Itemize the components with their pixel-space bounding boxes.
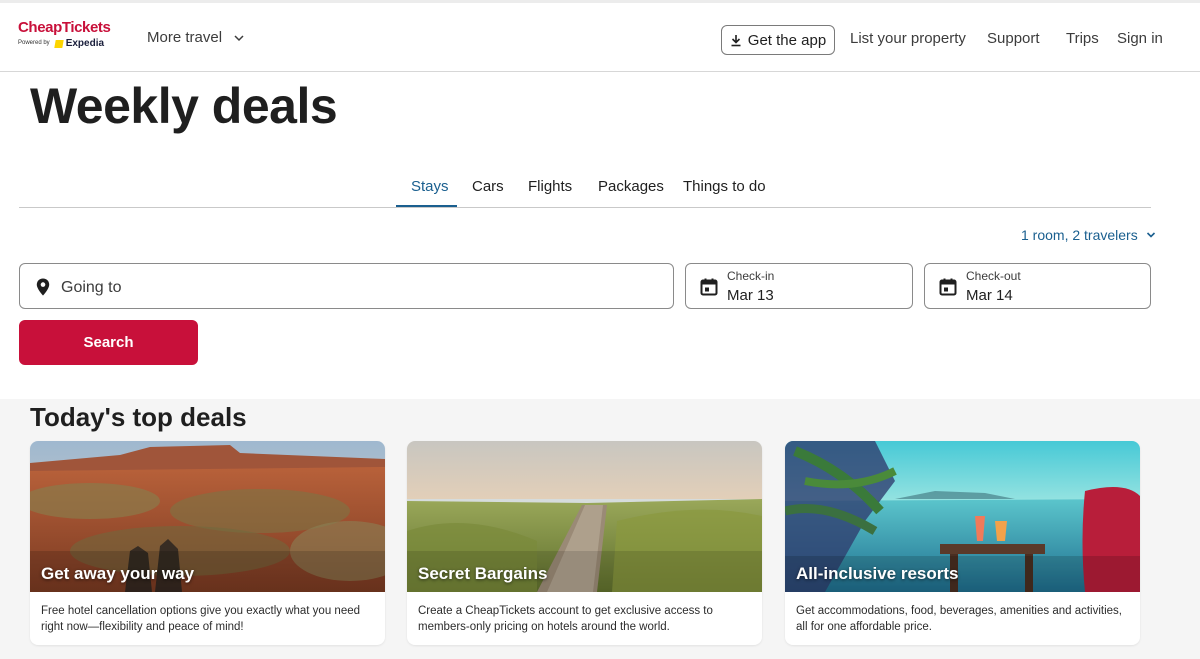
powered-by-text: Powered by — [18, 40, 50, 46]
list-your-property-link[interactable]: List your property — [850, 30, 966, 47]
expedia-mark-icon — [53, 39, 64, 48]
tab-packages[interactable]: Packages — [598, 178, 664, 195]
active-tab-indicator — [396, 205, 457, 207]
check-in-field[interactable]: Check-in Mar 13 — [685, 263, 913, 309]
deal-card-all-inclusive[interactable]: All-inclusive resorts Get accommodations… — [785, 441, 1140, 645]
tab-things-to-do[interactable]: Things to do — [683, 178, 766, 195]
tab-flights[interactable]: Flights — [528, 178, 572, 195]
sign-in-link[interactable]: Sign in — [1117, 30, 1163, 47]
search-button[interactable]: Search — [19, 320, 198, 365]
tab-cars[interactable]: Cars — [472, 178, 504, 195]
more-travel-menu[interactable]: More travel — [147, 29, 244, 46]
more-travel-label: More travel — [147, 29, 223, 46]
deals-title: Today's top deals — [30, 402, 247, 432]
location-pin-icon — [36, 278, 50, 296]
get-the-app-button[interactable]: Get the app — [721, 25, 835, 55]
support-link[interactable]: Support — [987, 30, 1040, 47]
travelers-label: 1 room, 2 travelers — [1021, 227, 1138, 243]
site-header: CheapTickets Powered by Expedia More tra… — [0, 0, 1200, 72]
get-the-app-label: Get the app — [747, 31, 827, 49]
going-to-field[interactable]: Going to — [19, 263, 674, 309]
cheaptickets-logo[interactable]: CheapTickets Powered by Expedia — [18, 20, 114, 60]
check-in-label: Check-in — [727, 269, 775, 283]
chevron-down-icon — [1146, 232, 1155, 238]
deal-card-get-away[interactable]: Get away your way Free hotel cancellatio… — [30, 441, 385, 645]
deal-card-secret-bargains[interactable]: Secret Bargains Create a CheapTickets ac… — [407, 441, 762, 645]
expedia-name: Expedia — [65, 38, 105, 49]
check-out-value: Mar 14 — [966, 287, 1013, 304]
calendar-icon — [700, 278, 718, 296]
deal-card-title: Secret Bargains — [418, 564, 548, 583]
deal-card-title: Get away your way — [41, 564, 195, 583]
deal-card-title: All-inclusive resorts — [796, 564, 959, 583]
download-icon — [731, 34, 741, 46]
logo-wordmark: CheapTickets — [18, 19, 111, 36]
check-out-field[interactable]: Check-out Mar 14 — [924, 263, 1151, 309]
logo-powered-by: Powered by Expedia — [18, 38, 114, 49]
tab-stays[interactable]: Stays — [411, 178, 449, 195]
travelers-selector[interactable]: 1 room, 2 travelers — [1021, 227, 1156, 243]
trips-link[interactable]: Trips — [1066, 30, 1099, 47]
calendar-icon — [939, 278, 957, 296]
search-type-tabs: Stays Cars Flights Packages Things to do — [19, 168, 1151, 208]
check-out-label: Check-out — [966, 269, 1021, 283]
check-in-value: Mar 13 — [727, 287, 774, 304]
deal-card-description: Get accommodations, food, beverages, ame… — [796, 605, 1123, 633]
page-title: Weekly deals — [30, 78, 338, 134]
chevron-down-icon — [234, 34, 244, 41]
deal-card-description: Free hotel cancellation options give you… — [41, 605, 361, 633]
going-to-placeholder: Going to — [61, 279, 122, 296]
deal-card-description: Create a CheapTickets account to get exc… — [418, 605, 713, 633]
